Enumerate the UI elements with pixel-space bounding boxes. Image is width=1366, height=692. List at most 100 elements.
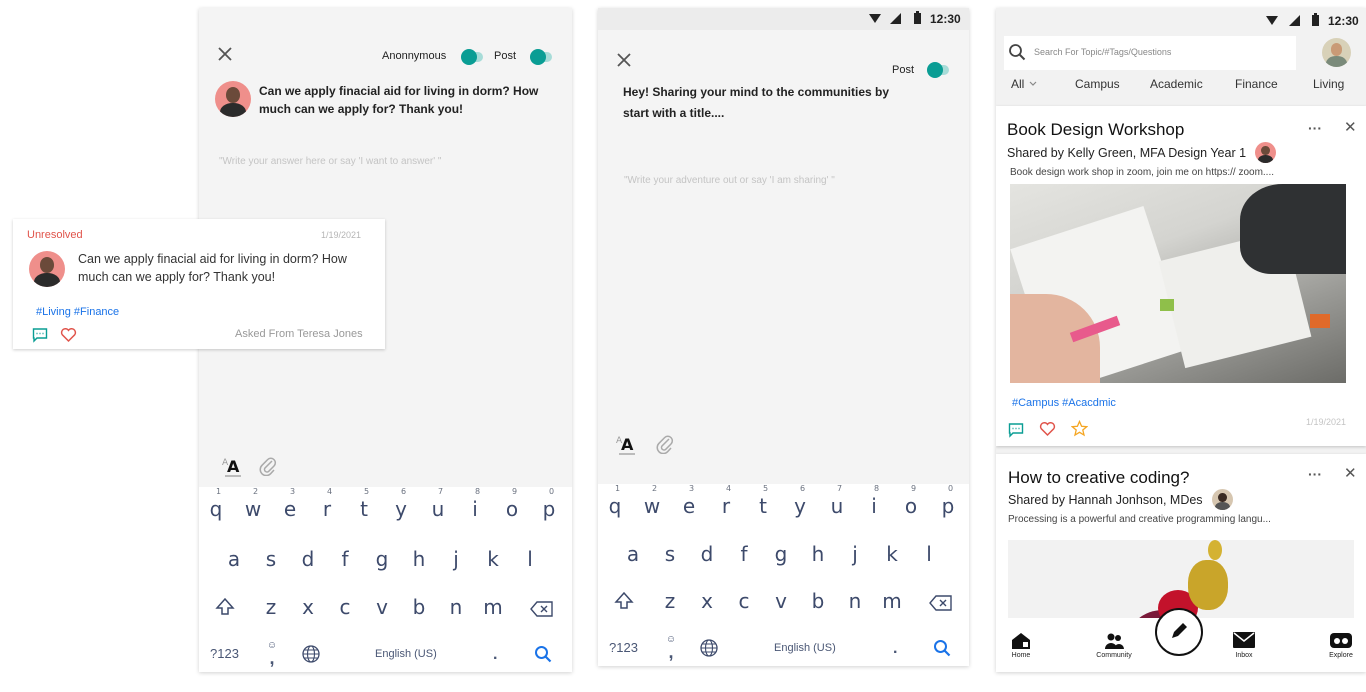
post-tags[interactable]: #Campus #Acacdmic — [1012, 397, 1116, 409]
nav-community[interactable]: Community — [1094, 632, 1134, 659]
key-c[interactable]: c — [334, 595, 356, 619]
globe-icon[interactable] — [301, 644, 321, 664]
key-v[interactable]: v — [770, 589, 792, 613]
tab-living[interactable]: Living — [1313, 77, 1344, 91]
search-icon[interactable] — [933, 639, 951, 657]
key-o[interactable]: 9o — [501, 487, 523, 521]
key-z[interactable]: z — [659, 589, 681, 613]
key-i[interactable]: 8i — [464, 487, 486, 521]
heart-icon[interactable] — [60, 327, 77, 343]
key-l[interactable]: l — [918, 542, 940, 566]
key-m[interactable]: m — [482, 595, 504, 619]
key-c[interactable]: c — [733, 589, 755, 613]
key-x[interactable]: x — [297, 595, 319, 619]
key-y[interactable]: 6y — [390, 487, 412, 521]
key-b[interactable]: b — [408, 595, 430, 619]
close-icon[interactable] — [217, 46, 233, 62]
question-card[interactable]: Unresolved 1/19/2021 Can we apply finaci… — [13, 219, 385, 349]
key-j[interactable]: j — [445, 547, 467, 571]
post-card[interactable]: Book Design Workshop ··· ✕ Shared by Kel… — [996, 106, 1366, 446]
key-e[interactable]: 3e — [678, 484, 700, 518]
key-q[interactable]: 1q — [604, 484, 626, 518]
close-icon[interactable]: ✕ — [1344, 118, 1357, 136]
key-p[interactable]: 0p — [538, 487, 560, 521]
shift-icon[interactable] — [215, 597, 235, 617]
shift-icon[interactable] — [614, 591, 634, 611]
text-format-icon[interactable]: AA — [615, 432, 637, 456]
attachment-icon[interactable] — [259, 456, 277, 476]
title-input[interactable]: Hey! Sharing your mind to the communitie… — [623, 82, 913, 124]
space-key[interactable]: English (US) — [375, 648, 437, 660]
key-z[interactable]: z — [260, 595, 282, 619]
comment-icon[interactable] — [32, 327, 48, 343]
close-icon[interactable] — [616, 52, 632, 68]
comment-icon[interactable] — [1008, 422, 1024, 438]
key-e[interactable]: 3e — [279, 487, 301, 521]
key-q[interactable]: 1q — [205, 487, 227, 521]
anonymous-toggle[interactable] — [461, 49, 483, 65]
key-k[interactable]: k — [482, 547, 504, 571]
key-u[interactable]: 7u — [427, 487, 449, 521]
key-n[interactable]: n — [445, 595, 467, 619]
period-key[interactable]: . — [493, 646, 497, 664]
key-m[interactable]: m — [881, 589, 903, 613]
key-f[interactable]: f — [733, 542, 755, 566]
backspace-icon[interactable] — [530, 601, 554, 617]
key-s[interactable]: s — [659, 542, 681, 566]
search-input[interactable]: Search For Topic/#Tags/Questions — [1034, 47, 1171, 57]
key-r[interactable]: 4r — [715, 484, 737, 518]
key-w[interactable]: 2w — [641, 484, 663, 518]
key-o[interactable]: 9o — [900, 484, 922, 518]
key-j[interactable]: j — [844, 542, 866, 566]
key-k[interactable]: k — [881, 542, 903, 566]
post-toggle[interactable] — [530, 49, 552, 65]
key-w[interactable]: 2w — [242, 487, 264, 521]
key-n[interactable]: n — [844, 589, 866, 613]
key-g[interactable]: g — [371, 547, 393, 571]
key-g[interactable]: g — [770, 542, 792, 566]
key-i[interactable]: 8i — [863, 484, 885, 518]
key-b[interactable]: b — [807, 589, 829, 613]
tab-all[interactable]: All — [1011, 77, 1024, 91]
globe-icon[interactable] — [699, 638, 719, 658]
search-icon[interactable] — [534, 645, 552, 663]
symbols-key[interactable]: ?123 — [609, 640, 638, 655]
key-h[interactable]: h — [807, 542, 829, 566]
key-f[interactable]: f — [334, 547, 356, 571]
key-a[interactable]: a — [223, 547, 245, 571]
nav-inbox[interactable]: Inbox — [1232, 632, 1256, 659]
content-input[interactable]: "Write your adventure out or say 'I am s… — [624, 175, 835, 186]
key-t[interactable]: 5t — [353, 487, 375, 521]
search-bar[interactable]: Search For Topic/#Tags/Questions — [1004, 36, 1296, 70]
key-t[interactable]: 5t — [752, 484, 774, 518]
nav-explore[interactable]: Explore — [1326, 632, 1356, 659]
symbols-key[interactable]: ?123 — [210, 646, 239, 661]
question-tags[interactable]: #Living #Finance — [36, 306, 119, 318]
emoji-key[interactable]: ☺, — [664, 632, 678, 661]
key-d[interactable]: d — [696, 542, 718, 566]
attachment-icon[interactable] — [656, 434, 674, 454]
answer-input[interactable]: "Write your answer here or say 'I want t… — [219, 156, 442, 167]
compose-button[interactable] — [1155, 608, 1203, 656]
tab-campus[interactable]: Campus — [1075, 77, 1120, 91]
chevron-down-icon[interactable] — [1029, 81, 1037, 87]
more-icon[interactable]: ··· — [1308, 120, 1322, 136]
key-v[interactable]: v — [371, 595, 393, 619]
close-icon[interactable]: ✕ — [1344, 464, 1357, 482]
heart-icon[interactable] — [1039, 421, 1056, 437]
star-icon[interactable] — [1071, 420, 1088, 437]
key-y[interactable]: 6y — [789, 484, 811, 518]
key-s[interactable]: s — [260, 547, 282, 571]
key-h[interactable]: h — [408, 547, 430, 571]
period-key[interactable]: . — [893, 640, 897, 658]
key-u[interactable]: 7u — [826, 484, 848, 518]
key-p[interactable]: 0p — [937, 484, 959, 518]
profile-avatar[interactable] — [1322, 38, 1351, 67]
text-format-icon[interactable]: AA — [221, 454, 243, 478]
more-icon[interactable]: ··· — [1308, 466, 1322, 482]
post-image[interactable] — [1010, 184, 1346, 383]
backspace-icon[interactable] — [929, 595, 953, 611]
key-x[interactable]: x — [696, 589, 718, 613]
key-l[interactable]: l — [519, 547, 541, 571]
key-a[interactable]: a — [622, 542, 644, 566]
